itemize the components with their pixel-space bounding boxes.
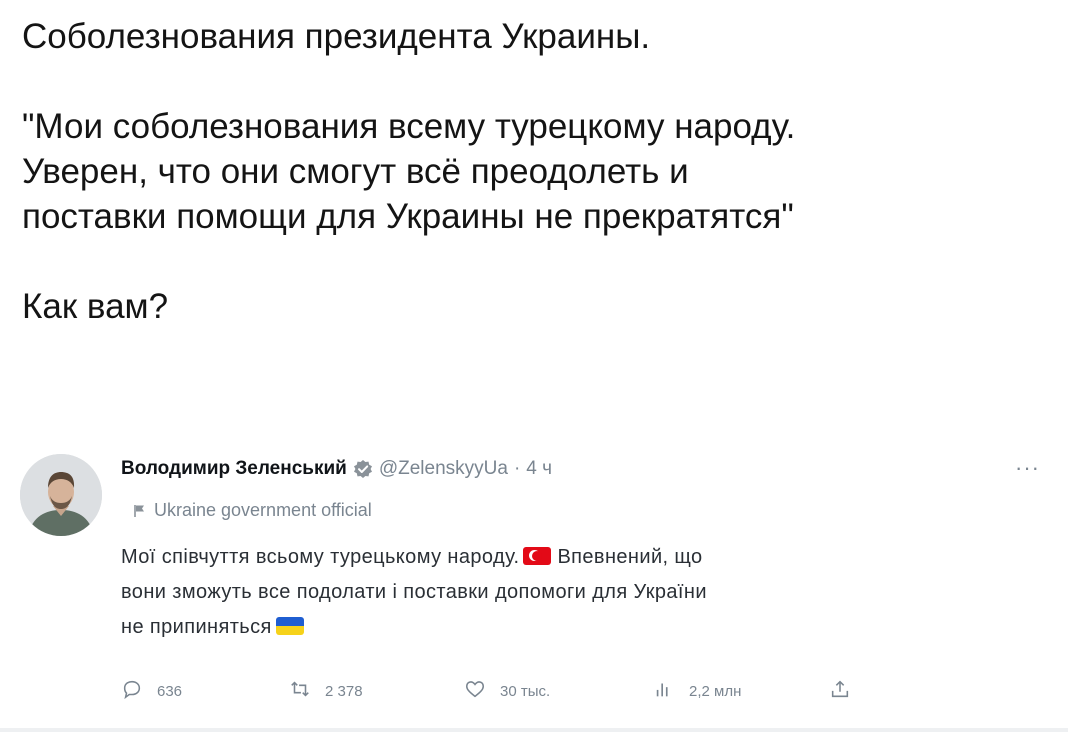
reply-icon bbox=[121, 678, 143, 705]
quote-line-1: "Мои соболезнования всему турецкому наро… bbox=[22, 107, 796, 146]
share-icon bbox=[829, 678, 851, 705]
affiliation-badge: Ukraine government official bbox=[134, 500, 372, 521]
separator-dot: · bbox=[513, 458, 521, 479]
views-icon bbox=[653, 678, 675, 705]
tweet-body-line-2: вони зможуть все подолати і поставки доп… bbox=[121, 581, 707, 603]
ukraine-flag-icon bbox=[275, 617, 304, 635]
quote-line-3: поставки помощи для Украины не прекратят… bbox=[22, 197, 794, 236]
turkey-flag-icon bbox=[523, 547, 552, 565]
tweet-body-line-3: не припиняться bbox=[121, 610, 981, 645]
tweet-body-part-2: Впевнений, що bbox=[557, 546, 703, 568]
divider bbox=[0, 728, 1068, 732]
author-name[interactable]: Володимир Зеленський bbox=[121, 458, 347, 480]
share-button[interactable] bbox=[829, 678, 851, 705]
tweet-header: Володимир Зеленський @ZelenskyyUa · 4 ч bbox=[121, 454, 552, 484]
embedded-tweet-screenshot: Володимир Зеленський @ZelenskyyUa · 4 ч … bbox=[0, 440, 1068, 732]
avatar[interactable] bbox=[20, 454, 102, 536]
views-button[interactable]: 2,2 млн bbox=[653, 678, 741, 705]
tweet-body: Мої співчуття всьому турецькому народу. В… bbox=[121, 540, 981, 645]
tweet-body-part-3: не припиняться bbox=[121, 616, 272, 638]
flag-icon bbox=[134, 504, 146, 518]
retweet-count: 2 378 bbox=[325, 682, 363, 700]
affiliation-label: Ukraine government official bbox=[154, 500, 372, 520]
retweet-button[interactable]: 2 378 bbox=[289, 678, 363, 705]
post-title-line: Соболезнования президента Украины. bbox=[22, 17, 651, 56]
more-icon[interactable]: ··· bbox=[1015, 457, 1040, 479]
like-icon bbox=[464, 678, 486, 705]
reply-count: 636 bbox=[157, 682, 183, 700]
like-button[interactable]: 30 тыс. bbox=[464, 678, 550, 705]
post-text: Соболезнования президента Украины. "Мои … bbox=[22, 14, 1052, 329]
tweet-actions: 636 2 378 30 тыс. 2,2 млн bbox=[121, 676, 921, 706]
like-count: 30 тыс. bbox=[500, 682, 551, 700]
views-count: 2,2 млн bbox=[689, 682, 742, 700]
reply-button[interactable]: 636 bbox=[121, 678, 182, 705]
tweet-body-line-1: Мої співчуття всьому турецькому народу. В… bbox=[121, 540, 981, 575]
tweet-time[interactable]: 4 ч bbox=[526, 458, 552, 480]
tweet-body-part-1: Мої співчуття всьому турецькому народу. bbox=[121, 546, 520, 568]
author-handle[interactable]: @ZelenskyyUa bbox=[379, 458, 508, 480]
quote-line-2: Уверен, что они смогут всё преодолеть и bbox=[22, 152, 689, 191]
retweet-icon bbox=[289, 678, 311, 705]
post-question: Как вам? bbox=[22, 287, 169, 326]
verified-icon bbox=[353, 459, 373, 479]
